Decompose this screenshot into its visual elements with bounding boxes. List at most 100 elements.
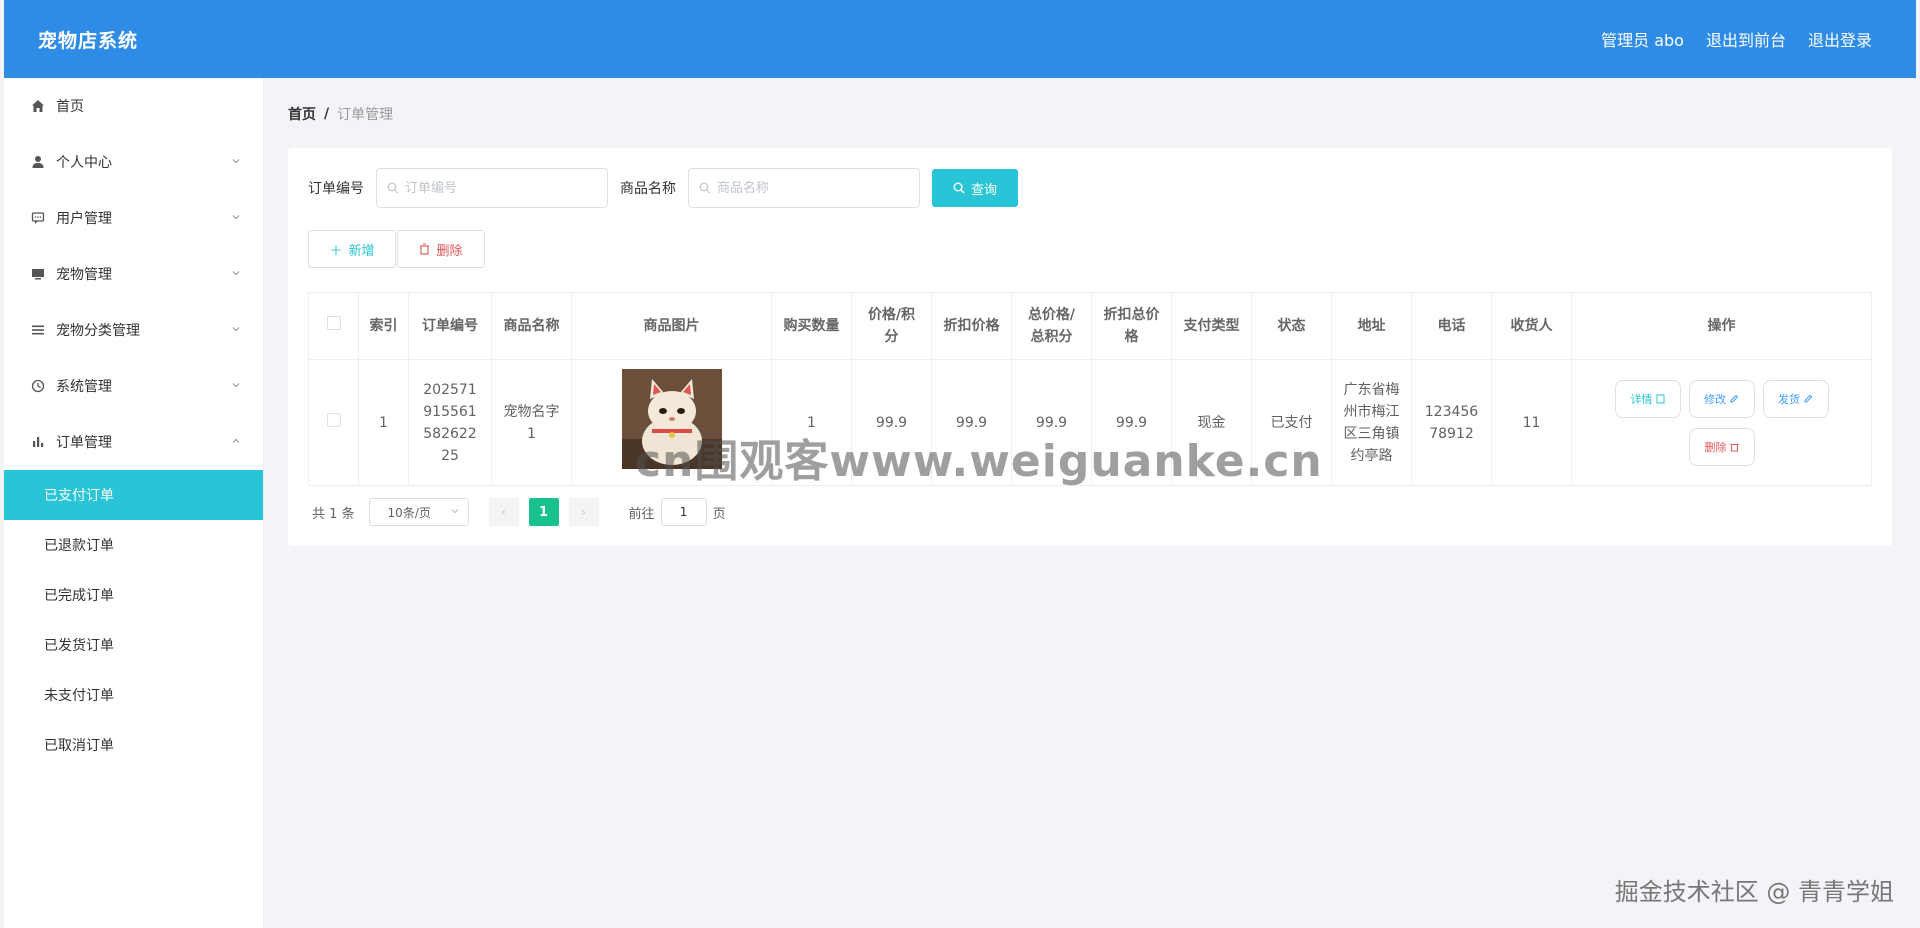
goods-name-field[interactable] [688,168,920,208]
breadcrumb-current: 订单管理 [337,107,394,123]
delete-button-label: 删除 [436,242,463,258]
action-bar: ＋ 新增 删除 [308,230,485,268]
sidebar-item-label: 个人中心 [56,155,112,171]
goto-page-input[interactable]: 1 [660,498,707,526]
col-receiver: 收货人 [1491,292,1572,360]
page-size-select[interactable]: 10条/页 [368,498,469,526]
sidebar-item-profile[interactable]: 个人中心 [4,134,263,190]
col-qty: 购买数量 [771,292,852,360]
sidebar-subitem-shipped-orders[interactable]: 已发货订单 [4,620,263,670]
detail-button-label: 详情 [1630,393,1653,406]
breadcrumb-separator: / [324,106,330,122]
home-icon [28,96,48,116]
trash-icon [1730,443,1738,451]
cell-phone: 12345678912 [1411,359,1492,486]
col-goods-image: 商品图片 [571,292,772,360]
sidebar-item-label: 用户管理 [56,211,112,227]
sidebar-item-system[interactable]: 系统管理 [4,358,263,414]
sidebar-item-label: 首页 [56,99,84,115]
row-delete-button[interactable]: 删除 [1688,427,1755,466]
query-button-label: 查询 [970,181,997,197]
sidebar-item-pets[interactable]: 宠物管理 [4,246,263,302]
select-all-checkbox[interactable] [326,316,341,330]
prev-page-button[interactable]: ‹ [488,498,519,526]
table-header-row: 索引 订单编号 商品名称 商品图片 购买数量 价格/积分 折扣价格 总价格/总积… [308,292,1872,360]
bar-chart-icon [28,432,48,452]
col-operations: 操作 [1571,292,1872,360]
row-select-cell [308,359,359,486]
admin-user-link[interactable]: 管理员 abo [1601,27,1684,51]
col-discount-price: 折扣价格 [931,292,1012,360]
sidebar-subitem-unpaid-orders[interactable]: 未支付订单 [4,670,263,720]
cell-goods-name: 宠物名字1 [491,359,572,486]
chevron-down-icon [231,324,243,336]
col-pay-type: 支付类型 [1171,292,1252,360]
sidebar-subitem-refunded-orders[interactable]: 已退款订单 [4,520,263,570]
goto-suffix: 页 [712,506,726,522]
sidebar-subitem-cancelled-orders[interactable]: 已取消订单 [4,720,263,770]
exit-to-front-link[interactable]: 退出到前台 [1706,27,1786,51]
order-no-field[interactable] [376,168,608,208]
breadcrumb: 首页 / 订单管理 [288,104,393,124]
plus-icon: ＋ [329,242,343,258]
sidebar-subitem-completed-orders[interactable]: 已完成订单 [4,570,263,620]
chevron-down-icon [450,505,460,519]
detail-button[interactable]: 详情 [1614,379,1681,418]
edit-button-label: 修改 [1704,393,1726,406]
col-phone: 电话 [1411,292,1492,360]
footer-credit: 掘金技术社区 @ 青青学姐 [1614,878,1894,906]
col-price: 价格/积分 [851,292,932,360]
edit-icon [1804,394,1813,402]
sidebar-item-orders[interactable]: 订单管理 [4,414,263,470]
col-order-no: 订单编号 [408,292,492,360]
watermark: cn围观客www.weiguanke.cn [635,436,1323,487]
sidebar-item-home[interactable]: 首页 [4,78,263,134]
row-delete-button-label: 删除 [1704,441,1727,454]
pagination: 共 1 条 10条/页 ‹ 1 › 前往 1 页 [312,498,726,526]
goods-name-input[interactable] [717,180,897,196]
row-checkbox[interactable] [326,412,341,427]
page-size-value: 10条/页 [387,505,431,520]
chevron-left-icon: ‹ [501,505,506,519]
cell-receiver: 11 [1491,359,1572,486]
add-button[interactable]: ＋ 新增 [308,230,396,268]
sidebar-item-users[interactable]: 用户管理 [4,190,263,246]
chevron-down-icon [231,380,243,392]
query-button[interactable]: 查询 [932,169,1018,207]
order-no-label: 订单编号 [308,181,364,197]
order-no-input[interactable] [405,180,585,196]
col-status: 状态 [1251,292,1332,360]
main-content: 首页 / 订单管理 订单编号 商品名称 查询 ＋ 新增 [264,78,1916,928]
edit-button[interactable]: 修改 [1688,379,1755,418]
user-icon [28,152,48,172]
search-icon [699,182,711,194]
col-index: 索引 [358,292,409,360]
add-button-label: 新增 [348,242,375,258]
breadcrumb-home[interactable]: 首页 [288,104,316,124]
select-all-cell [308,292,359,360]
logout-link[interactable]: 退出登录 [1808,27,1872,51]
ship-button[interactable]: 发货 [1762,379,1829,418]
sidebar-item-pet-categories[interactable]: 宠物分类管理 [4,302,263,358]
monitor-icon [28,264,48,284]
search-bar: 订单编号 商品名称 查询 [308,168,1018,208]
chevron-up-icon [231,436,243,448]
goto-prefix: 前往 [628,506,655,522]
pager-total: 共 1 条 [312,506,355,522]
chevron-down-icon [231,156,243,168]
sidebar-item-label: 系统管理 [56,379,112,395]
search-icon [387,182,399,194]
cell-index: 1 [358,359,409,486]
chevron-right-icon: › [581,505,586,519]
delete-button[interactable]: 删除 [397,230,485,268]
trash-icon [420,243,430,255]
next-page-button[interactable]: › [568,498,599,526]
page-number-current[interactable]: 1 [528,498,559,526]
sidebar: 首页 个人中心 用户管理 宠物管理 宠物分类管理 系统管理 订单管理 已支付订单… [4,78,264,928]
chevron-down-icon [231,268,243,280]
search-icon [953,182,965,194]
app-title: 宠物店系统 [38,29,139,52]
edit-icon [1730,394,1739,402]
sidebar-subitem-paid-orders[interactable]: 已支付订单 [4,470,263,520]
col-discount-total: 折扣总价格 [1091,292,1172,360]
